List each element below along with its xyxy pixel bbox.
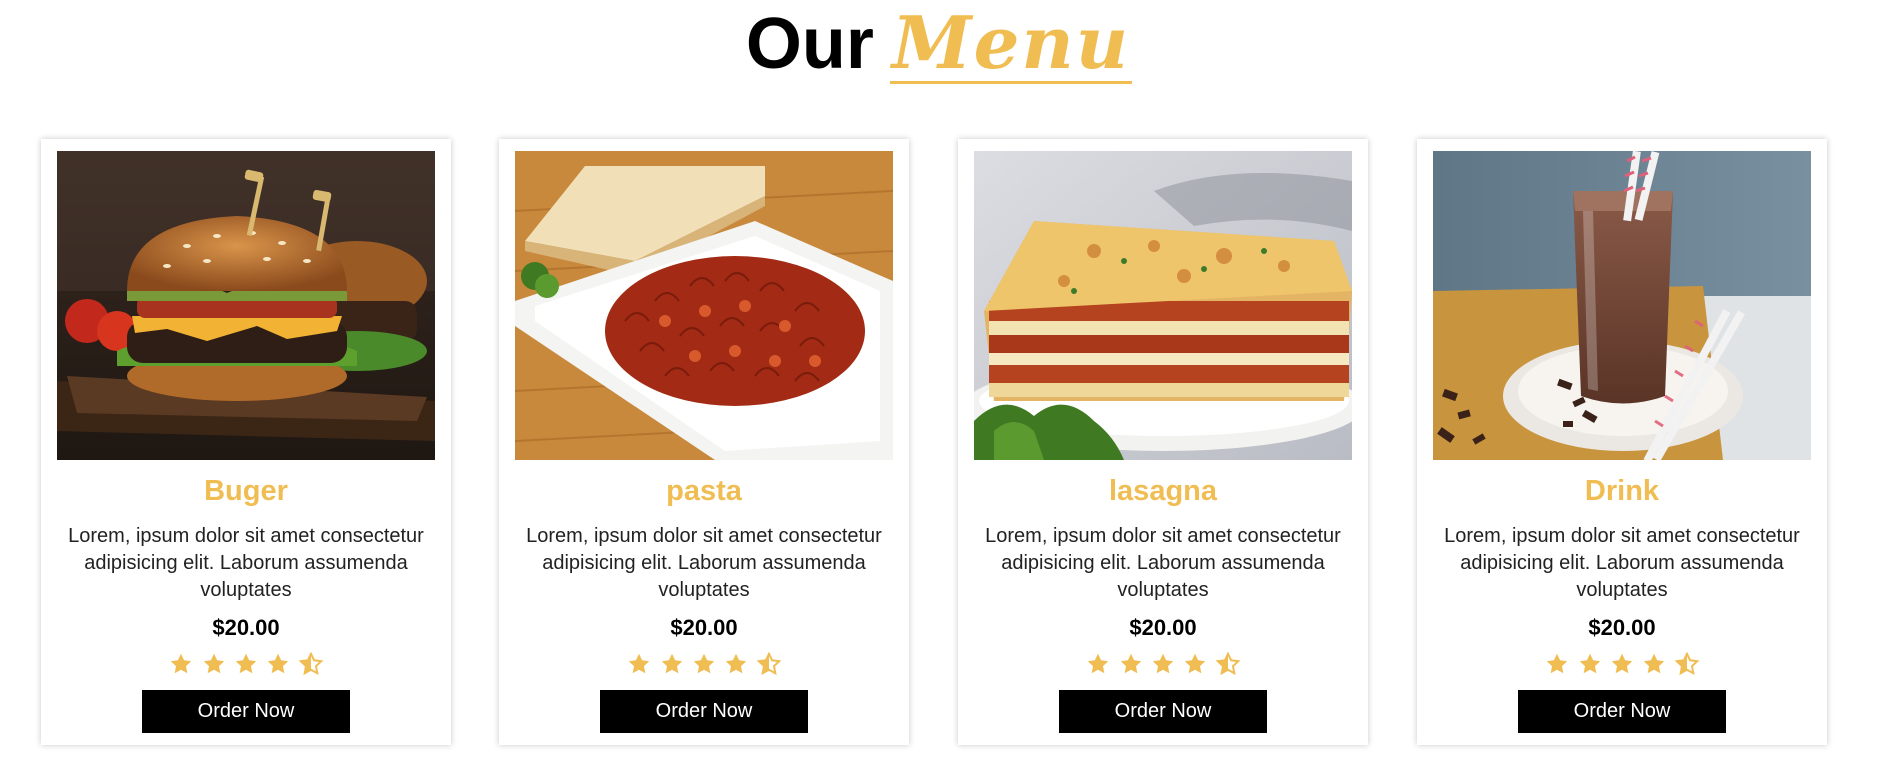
star-half-icon: [1215, 652, 1240, 676]
menu-card-lasagna: lasagna Lorem, ipsum dolor sit amet cons…: [958, 139, 1368, 745]
card-description: Lorem, ipsum dolor sit amet consectetur …: [1444, 525, 1800, 601]
card-price: $20.00: [212, 615, 280, 640]
star-full-icon: [1152, 653, 1174, 674]
rating-stars: [41, 652, 451, 678]
star-half-icon: [298, 652, 323, 676]
star-full-icon: [1579, 653, 1600, 674]
star-full-icon: [1546, 653, 1568, 674]
rating-stars: [958, 652, 1368, 678]
burger-image: [57, 151, 435, 460]
star-full-icon: [1185, 653, 1206, 674]
menu-heading: Our Menu: [0, 0, 1878, 90]
card-title: pasta: [666, 475, 742, 507]
card-price: $20.00: [1588, 615, 1656, 640]
rating-stars: [1417, 652, 1827, 678]
heading-text: Our Menu: [745, 0, 1133, 85]
star-full-icon: [661, 653, 682, 674]
star-full-icon: [235, 653, 257, 674]
card-description: Lorem, ipsum dolor sit amet consectetur …: [526, 525, 882, 601]
menu-card-burger: Buger Lorem, ipsum dolor sit amet consec…: [41, 139, 451, 745]
card-description: Lorem, ipsum dolor sit amet consectetur …: [68, 525, 424, 601]
card-title: Drink: [1584, 475, 1660, 507]
star-full-icon: [1087, 653, 1109, 674]
order-now-button[interactable]: Order Now: [142, 690, 350, 733]
star-full-icon: [1120, 653, 1141, 674]
star-full-icon: [628, 653, 650, 674]
menu-card-drink: Drink Lorem, ipsum dolor sit amet consec…: [1417, 139, 1827, 745]
star-full-icon: [203, 653, 224, 674]
menu-card-pasta: pasta Lorem, ipsum dolor sit amet consec…: [499, 139, 909, 745]
order-now-button[interactable]: Order Now: [1518, 690, 1726, 733]
star-full-icon: [1611, 653, 1633, 674]
star-half-icon: [1674, 652, 1699, 676]
card-description: Lorem, ipsum dolor sit amet consectetur …: [985, 525, 1341, 601]
card-title: Buger: [204, 475, 288, 507]
order-now-button[interactable]: Order Now: [600, 690, 808, 733]
star-full-icon: [170, 653, 192, 674]
star-full-icon: [693, 653, 715, 674]
star-half-icon: [756, 652, 781, 676]
star-full-icon: [726, 653, 747, 674]
menu-cards: Buger Lorem, ipsum dolor sit amet consec…: [41, 139, 1841, 747]
drink-image: [1433, 151, 1811, 460]
card-title: lasagna: [1109, 475, 1217, 507]
rating-stars: [499, 652, 909, 678]
pasta-image: [515, 151, 893, 460]
card-price: $20.00: [670, 615, 738, 640]
heading-prefix: Our: [745, 4, 874, 84]
star-full-icon: [268, 653, 289, 674]
lasagna-image: [974, 151, 1352, 460]
star-full-icon: [1644, 653, 1665, 674]
order-now-button[interactable]: Order Now: [1059, 690, 1267, 733]
heading-accent: Menu: [889, 0, 1133, 85]
card-price: $20.00: [1129, 615, 1197, 640]
